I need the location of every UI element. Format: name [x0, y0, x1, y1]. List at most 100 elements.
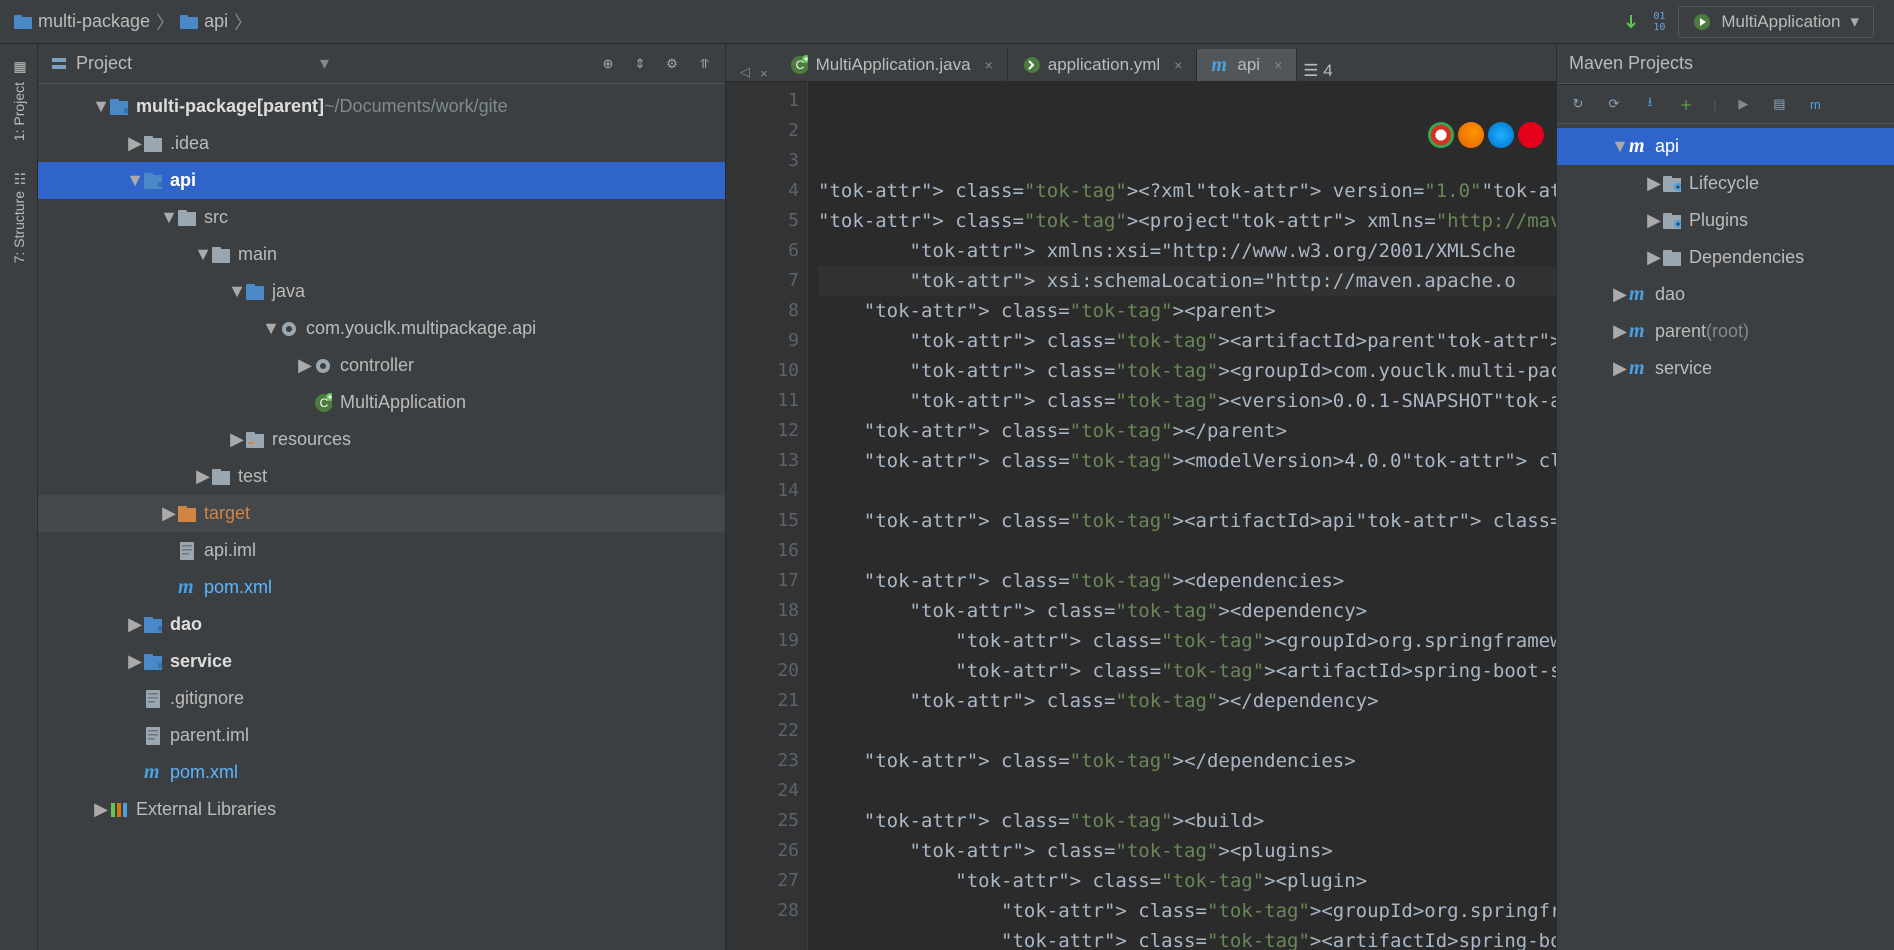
expand-arrow-icon[interactable]: ▼ — [126, 170, 144, 191]
code-line[interactable]: "tok-attr"> class="tok-tag"><groupId>org… — [818, 896, 1556, 926]
tree-item-service[interactable]: ▶mservice — [1557, 350, 1894, 387]
tree-item-pom-xml[interactable]: mpom.xml — [38, 754, 725, 791]
tree-item-external-libraries[interactable]: ▶External Libraries — [38, 791, 725, 828]
code-line[interactable]: "tok-attr"> class="tok-tag"></dependency… — [818, 686, 1556, 716]
expand-arrow-icon[interactable]: ▶ — [194, 466, 212, 487]
code-line[interactable]: "tok-attr"> class="tok-tag"><artifactId>… — [818, 326, 1556, 356]
chevron-down-icon[interactable]: ▾ — [320, 53, 329, 74]
code-line[interactable]: "tok-attr"> class="tok-tag"><plugin> — [818, 866, 1556, 896]
tab-split-indicator[interactable]: ☰ 4 — [1303, 61, 1332, 81]
gear-icon[interactable]: ⚙ — [663, 55, 681, 73]
safari-icon[interactable] — [1488, 122, 1514, 148]
expand-arrow-icon[interactable]: ▶ — [296, 355, 314, 376]
code-line[interactable]: "tok-attr"> class="tok-tag"><version>0.0… — [818, 386, 1556, 416]
code-line[interactable]: "tok-attr"> class="tok-tag"><project"tok… — [818, 206, 1556, 236]
run-icon[interactable]: ▶ — [1734, 95, 1752, 113]
code-editor[interactable]: "tok-attr"> class="tok-tag"><?xml"tok-at… — [808, 82, 1556, 950]
download-icon[interactable]: ⭳ — [1641, 95, 1659, 113]
code-line[interactable]: "tok-attr"> class="tok-tag"><artifactId>… — [818, 656, 1556, 686]
expand-arrow-icon[interactable]: ▶ — [1611, 358, 1629, 379]
vcs-update-icon[interactable] — [1622, 13, 1640, 31]
firefox-icon[interactable] — [1458, 122, 1484, 148]
tree-item-multiapplication[interactable]: CMultiApplication — [38, 384, 725, 421]
maven-tree[interactable]: ▼mapi▶Lifecycle▶Plugins▶Dependencies▶mda… — [1557, 124, 1894, 950]
tree-item--idea[interactable]: ▶.idea — [38, 125, 725, 162]
close-icon[interactable]: × — [760, 66, 768, 81]
refresh-icon[interactable]: ↻ — [1569, 95, 1587, 113]
close-icon[interactable]: × — [1174, 57, 1182, 73]
add-icon[interactable]: ＋ — [1677, 95, 1695, 113]
tree-item-api-iml[interactable]: api.iml — [38, 532, 725, 569]
expand-arrow-icon[interactable]: ▶ — [160, 503, 178, 524]
expand-arrow-icon[interactable]: ▶ — [126, 133, 144, 154]
code-line[interactable]: "tok-attr"> class="tok-tag"><?xml"tok-at… — [818, 176, 1556, 206]
tree-item-service[interactable]: ▶service — [38, 643, 725, 680]
run-configuration-selector[interactable]: MultiApplication ▾ — [1678, 6, 1874, 38]
tree-item-controller[interactable]: ▶controller — [38, 347, 725, 384]
expand-arrow-icon[interactable]: ▼ — [160, 207, 178, 228]
code-line[interactable]: "tok-attr"> class="tok-tag"><artifactId>… — [818, 506, 1556, 536]
opera-icon[interactable] — [1518, 122, 1544, 148]
code-line[interactable]: "tok-attr"> class="tok-tag"><groupId>com… — [818, 356, 1556, 386]
maven-m-icon[interactable]: m — [1806, 95, 1824, 113]
expand-arrow-icon[interactable]: ▶ — [126, 614, 144, 635]
code-line[interactable] — [818, 536, 1556, 566]
expand-arrow-icon[interactable]: ▼ — [228, 281, 246, 302]
expand-arrow-icon[interactable]: ▶ — [1645, 247, 1663, 268]
reimport-icon[interactable]: ⟳ — [1605, 95, 1623, 113]
code-line[interactable]: "tok-attr"> class="tok-tag"><dependency> — [818, 596, 1556, 626]
close-icon[interactable]: × — [1274, 57, 1282, 73]
code-line[interactable]: "tok-attr"> class="tok-tag"><groupId>org… — [818, 626, 1556, 656]
tree-item-resources[interactable]: ▶resources — [38, 421, 725, 458]
nav-back-icon[interactable]: ◁ — [736, 63, 754, 81]
tree-item-dao[interactable]: ▶dao — [38, 606, 725, 643]
tree-item-dependencies[interactable]: ▶Dependencies — [1557, 239, 1894, 276]
line-number-gutter[interactable]: 1234567891011121314151617181920212223242… — [726, 82, 808, 950]
code-line[interactable]: "tok-attr"> class="tok-tag"><dependencie… — [818, 566, 1556, 596]
code-line[interactable]: "tok-attr"> class="tok-tag"><plugins> — [818, 836, 1556, 866]
expand-arrow-icon[interactable]: ▶ — [92, 799, 110, 820]
code-line[interactable]: "tok-attr"> class="tok-tag"><parent> — [818, 296, 1556, 326]
expand-arrow-icon[interactable]: ▶ — [1611, 321, 1629, 342]
tool-window-structure[interactable]: 7: Structure ☷ — [7, 159, 31, 273]
code-line[interactable]: "tok-attr"> class="tok-tag"><build> — [818, 806, 1556, 836]
tree-item-target[interactable]: ▶target — [38, 495, 725, 532]
expand-arrow-icon[interactable]: ▶ — [228, 429, 246, 450]
breadcrumb[interactable]: multi-package 〉 api 〉 — [0, 9, 1622, 35]
tab-multiapplication-java[interactable]: CMultiApplication.java× — [776, 49, 1008, 81]
expand-arrow-icon[interactable]: ▼ — [92, 96, 110, 117]
expand-arrow-icon[interactable]: ▼ — [194, 244, 212, 265]
tree-item-src[interactable]: ▼src — [38, 199, 725, 236]
expand-arrow-icon[interactable]: ▼ — [1611, 136, 1629, 157]
tree-item-api[interactable]: ▼api — [38, 162, 725, 199]
collapse-all-icon[interactable]: ⇕ — [631, 55, 649, 73]
tree-item--gitignore[interactable]: .gitignore — [38, 680, 725, 717]
tree-item-pom-xml[interactable]: mpom.xml — [38, 569, 725, 606]
code-line[interactable]: "tok-attr"> class="tok-tag"><artifactId>… — [818, 926, 1556, 950]
tree-item-parent-iml[interactable]: parent.iml — [38, 717, 725, 754]
breadcrumb-item-root[interactable]: multi-package — [14, 11, 150, 32]
code-line[interactable]: "tok-attr"> class="tok-tag"><modelVersio… — [818, 446, 1556, 476]
execute-goal-icon[interactable]: ▤ — [1770, 95, 1788, 113]
binary-icon[interactable]: 0110 — [1650, 13, 1668, 31]
code-line[interactable]: "tok-attr"> xmlns:xsi="http://www.w3.org… — [818, 236, 1556, 266]
code-line[interactable] — [818, 476, 1556, 506]
tree-item-lifecycle[interactable]: ▶Lifecycle — [1557, 165, 1894, 202]
tree-item-test[interactable]: ▶test — [38, 458, 725, 495]
tree-item-api[interactable]: ▼mapi — [1557, 128, 1894, 165]
tree-item-main[interactable]: ▼main — [38, 236, 725, 273]
code-line[interactable]: "tok-attr"> class="tok-tag"></parent> — [818, 416, 1556, 446]
code-line[interactable] — [818, 716, 1556, 746]
expand-arrow-icon[interactable]: ▶ — [126, 651, 144, 672]
scroll-from-source-icon[interactable]: ⊕ — [599, 55, 617, 73]
code-line[interactable]: "tok-attr"> class="tok-tag"></dependenci… — [818, 746, 1556, 776]
close-icon[interactable]: × — [985, 57, 993, 73]
project-tree[interactable]: ▼multi-package [parent] ~/Documents/work… — [38, 84, 725, 950]
tree-item-plugins[interactable]: ▶Plugins — [1557, 202, 1894, 239]
chrome-icon[interactable] — [1428, 122, 1454, 148]
code-line[interactable] — [818, 776, 1556, 806]
tool-window-project[interactable]: 1: Project ▦ — [7, 50, 31, 151]
expand-arrow-icon[interactable]: ▶ — [1645, 173, 1663, 194]
tree-item-parent[interactable]: ▶mparent (root) — [1557, 313, 1894, 350]
expand-arrow-icon[interactable]: ▶ — [1645, 210, 1663, 231]
